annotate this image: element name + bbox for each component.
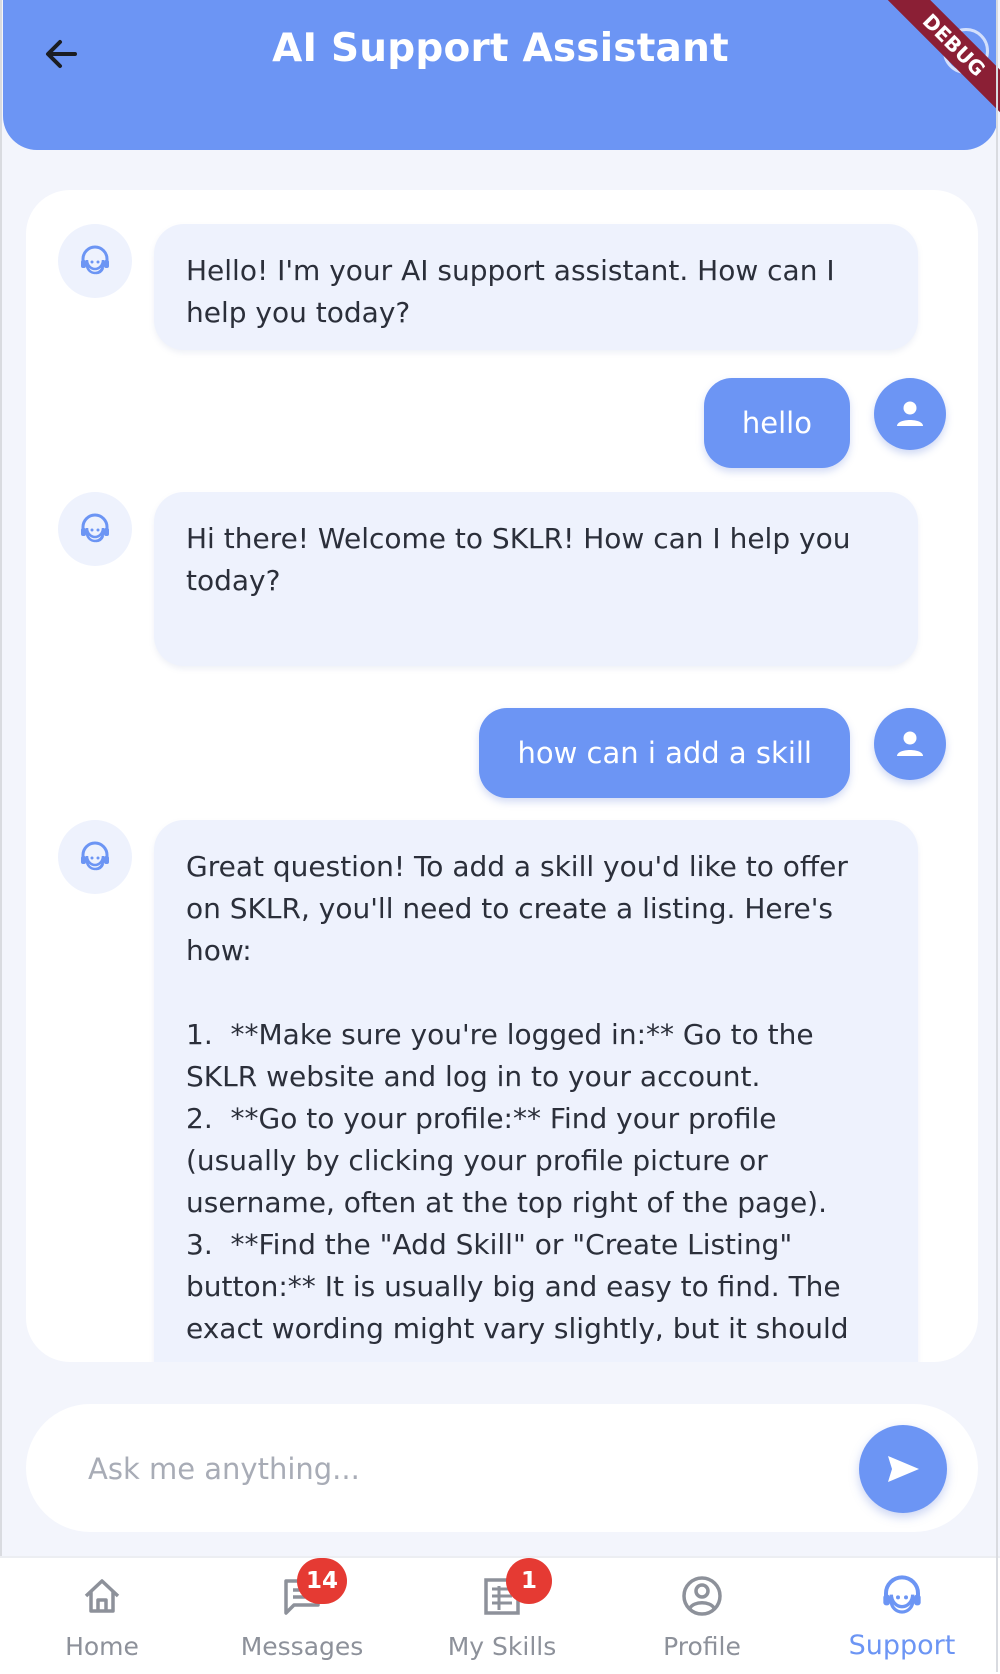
- user-message-bubble: how can i add a skill: [479, 708, 850, 798]
- bot-message-bubble: Hello! I'm your AI support assistant. Ho…: [154, 224, 918, 350]
- bot-message-bubble: Hi there! Welcome to SKLR! How can I hel…: [154, 492, 918, 666]
- user-message-bubble: hello: [703, 378, 850, 468]
- nav-label: Support: [848, 1630, 956, 1661]
- window-right-edge: [996, 0, 998, 1672]
- nav-label: Home: [65, 1632, 139, 1661]
- home-icon: [84, 1579, 120, 1613]
- bot-avatar: [58, 224, 132, 298]
- messages-badge: 14: [297, 1558, 347, 1604]
- bottom-navigation: Home 14 Messages 1 My Skills Profile Sup…: [0, 1556, 1000, 1674]
- nav-item-home[interactable]: Home: [2, 1558, 202, 1674]
- nav-label: My Skills: [447, 1632, 557, 1661]
- support-agent-icon: [81, 245, 109, 275]
- chat-panel[interactable]: Hello! I'm your AI support assistant. Ho…: [26, 190, 978, 1362]
- user-avatar: [874, 378, 946, 450]
- send-icon: [888, 1456, 919, 1482]
- nav-item-messages[interactable]: 14 Messages: [202, 1558, 402, 1674]
- support-agent-icon: [81, 841, 109, 871]
- debug-banner: DEBUG: [860, 0, 1000, 140]
- my-skills-badge: 1: [506, 1558, 552, 1604]
- nav-label: Messages: [240, 1632, 364, 1661]
- person-icon: [897, 731, 923, 756]
- window-left-edge: [0, 0, 2, 1672]
- profile-icon: [682, 1576, 722, 1616]
- debug-label: DEBUG: [879, 0, 1000, 120]
- nav-item-my-skills[interactable]: 1 My Skills: [402, 1558, 602, 1674]
- nav-item-profile[interactable]: Profile: [602, 1558, 802, 1674]
- person-icon: [897, 401, 923, 426]
- message-input[interactable]: [86, 1438, 850, 1500]
- nav-item-support[interactable]: Support: [802, 1558, 1000, 1674]
- page-title: AI Support Assistant: [272, 26, 729, 71]
- bot-avatar: [58, 492, 132, 566]
- user-avatar: [874, 708, 946, 780]
- bot-message-bubble: Great question! To add a skill you'd lik…: [154, 820, 918, 1362]
- send-button[interactable]: [859, 1425, 947, 1513]
- message-composer: [26, 1404, 978, 1532]
- support-agent-icon: [883, 1575, 921, 1614]
- app-header: AI Support Assistant: [3, 0, 998, 150]
- bot-avatar: [58, 820, 132, 894]
- nav-label: Profile: [663, 1632, 741, 1661]
- support-agent-icon: [81, 513, 109, 543]
